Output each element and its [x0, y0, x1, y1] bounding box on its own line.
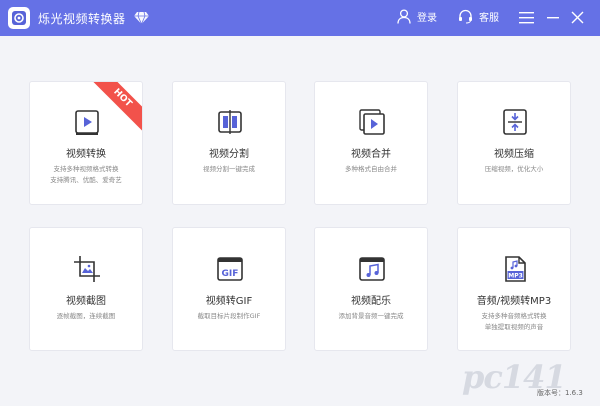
svg-text:GIF: GIF [222, 269, 239, 279]
card-description: 截取目标片段制作GIF [197, 312, 261, 320]
customer-service-button[interactable]: 客服 [458, 9, 499, 24]
card-description: 视频分割一键完成 [203, 165, 255, 173]
service-label: 客服 [479, 13, 499, 24]
card-label: 视频转GIF [205, 296, 253, 307]
login-label: 登录 [417, 13, 437, 24]
title-bar: 烁光视频转换器 登录 客服 [0, 0, 600, 36]
card-video-compress[interactable]: 视频压缩 压缩视频，优化大小 [457, 81, 571, 205]
card-label: 视频合并 [351, 149, 391, 160]
card-description: 多种格式自由合并 [345, 165, 397, 173]
video-compress-icon [503, 109, 527, 135]
video-screenshot-icon [74, 256, 100, 282]
card-video-split[interactable]: 视频分割 视频分割一键完成 [172, 81, 286, 205]
gif-icon: GIF [217, 257, 243, 281]
music-note-icon [359, 257, 385, 281]
menu-icon[interactable] [519, 11, 534, 24]
card-video-convert[interactable]: HOT 视频转换 支持多种视频格式转换 支持腾讯、优酷、爱奇艺 [29, 81, 143, 205]
headset-icon [459, 9, 472, 24]
card-description: 逐帧截图，连续截图 [56, 312, 116, 320]
card-description: 支持多种视频格式转换 支持腾讯、优酷、爱奇艺 [50, 165, 122, 184]
minimize-icon[interactable] [547, 11, 559, 23]
card-label: 视频分割 [209, 149, 249, 160]
close-icon[interactable] [571, 11, 584, 24]
svg-text:MP3: MP3 [508, 273, 523, 280]
card-video-screenshot[interactable]: 视频截图 逐帧截图，连续截图 [29, 227, 143, 351]
app-title: 烁光视频转换器 [38, 12, 126, 26]
card-audio-video-to-mp3[interactable]: MP3 音频/视频转MP3 支持多种音频格式转换 单独提取视频的声音 [457, 227, 571, 351]
user-icon [397, 9, 411, 24]
card-description: 添加背景音频一键完成 [338, 312, 404, 320]
video-convert-icon [75, 110, 99, 135]
card-video-merge[interactable]: 视频合并 多种格式自由合并 [314, 81, 428, 205]
card-label: 视频转换 [66, 149, 106, 160]
login-button[interactable]: 登录 [397, 9, 437, 24]
card-video-soundtrack[interactable]: 视频配乐 添加背景音频一键完成 [314, 227, 428, 351]
card-video-to-gif[interactable]: GIF 视频转GIF 截取目标片段制作GIF [172, 227, 286, 351]
card-description: 支持多种音频格式转换 单独提取视频的声音 [481, 312, 547, 331]
card-label: 视频配乐 [351, 296, 391, 307]
video-merge-icon [359, 109, 385, 135]
diamond-vip-icon[interactable] [134, 11, 149, 25]
card-description: 压缩视频，优化大小 [484, 165, 544, 173]
mp3-icon: MP3 [505, 256, 526, 282]
version-label: 版本号：1.6.3 [537, 389, 583, 397]
video-split-icon [218, 110, 242, 134]
card-label: 音频/视频转MP3 [476, 296, 552, 307]
app-logo-icon [8, 7, 30, 29]
card-label: 视频截图 [66, 296, 106, 307]
card-label: 视频压缩 [494, 149, 534, 160]
